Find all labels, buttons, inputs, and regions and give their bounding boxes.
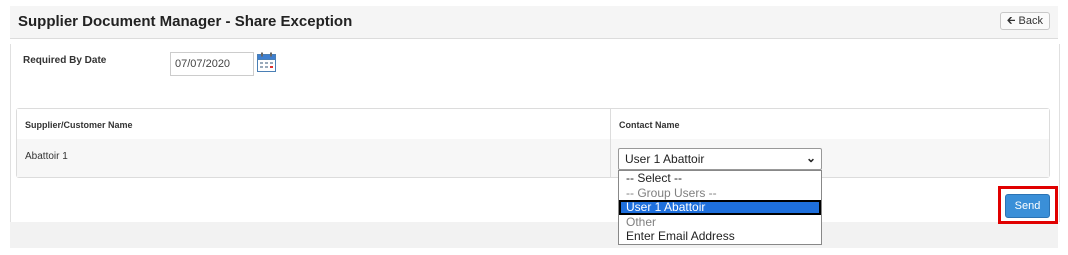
- back-button-label: Back: [1018, 15, 1043, 27]
- arrow-left-icon: 🡰: [1006, 15, 1016, 27]
- required-by-date-label: Required By Date: [23, 55, 107, 66]
- required-by-date-input[interactable]: 07/07/2020: [170, 52, 254, 76]
- table-row: Abattoir 1 User 1 Abattoir ⌄: [17, 139, 1049, 177]
- contact-name-select[interactable]: User 1 Abattoir ⌄: [618, 148, 822, 170]
- contact-select-value: User 1 Abattoir: [625, 152, 705, 166]
- table-header: Supplier/Customer Name Contact Name: [17, 109, 1049, 140]
- column-header-contact: Contact Name: [619, 120, 680, 130]
- column-divider: [610, 109, 611, 139]
- footer-bar: [10, 222, 1058, 248]
- back-button[interactable]: 🡰 Back: [999, 12, 1050, 30]
- dropdown-option-group-header: Other: [626, 214, 657, 229]
- supplier-name-cell: Abattoir 1: [25, 151, 68, 162]
- chevron-down-icon: ⌄: [805, 151, 816, 165]
- contact-dropdown-list[interactable]: -- Select -- -- Group Users -- User 1 Ab…: [618, 170, 822, 245]
- supplier-contact-table: Supplier/Customer Name Contact Name Abat…: [16, 108, 1050, 178]
- send-button[interactable]: Send: [1005, 194, 1050, 218]
- dropdown-option-selected[interactable]: User 1 Abattoir: [619, 200, 821, 215]
- page-title: Supplier Document Manager - Share Except…: [18, 13, 353, 30]
- dropdown-option[interactable]: -- Select --: [619, 171, 821, 186]
- calendar-icon[interactable]: [257, 52, 276, 72]
- page-header: Supplier Document Manager - Share Except…: [10, 6, 1058, 39]
- column-header-supplier: Supplier/Customer Name: [25, 120, 133, 130]
- column-divider: [610, 139, 611, 177]
- dropdown-option-group-header: -- Group Users --: [626, 185, 717, 200]
- dropdown-option[interactable]: Enter Email Address: [619, 229, 821, 244]
